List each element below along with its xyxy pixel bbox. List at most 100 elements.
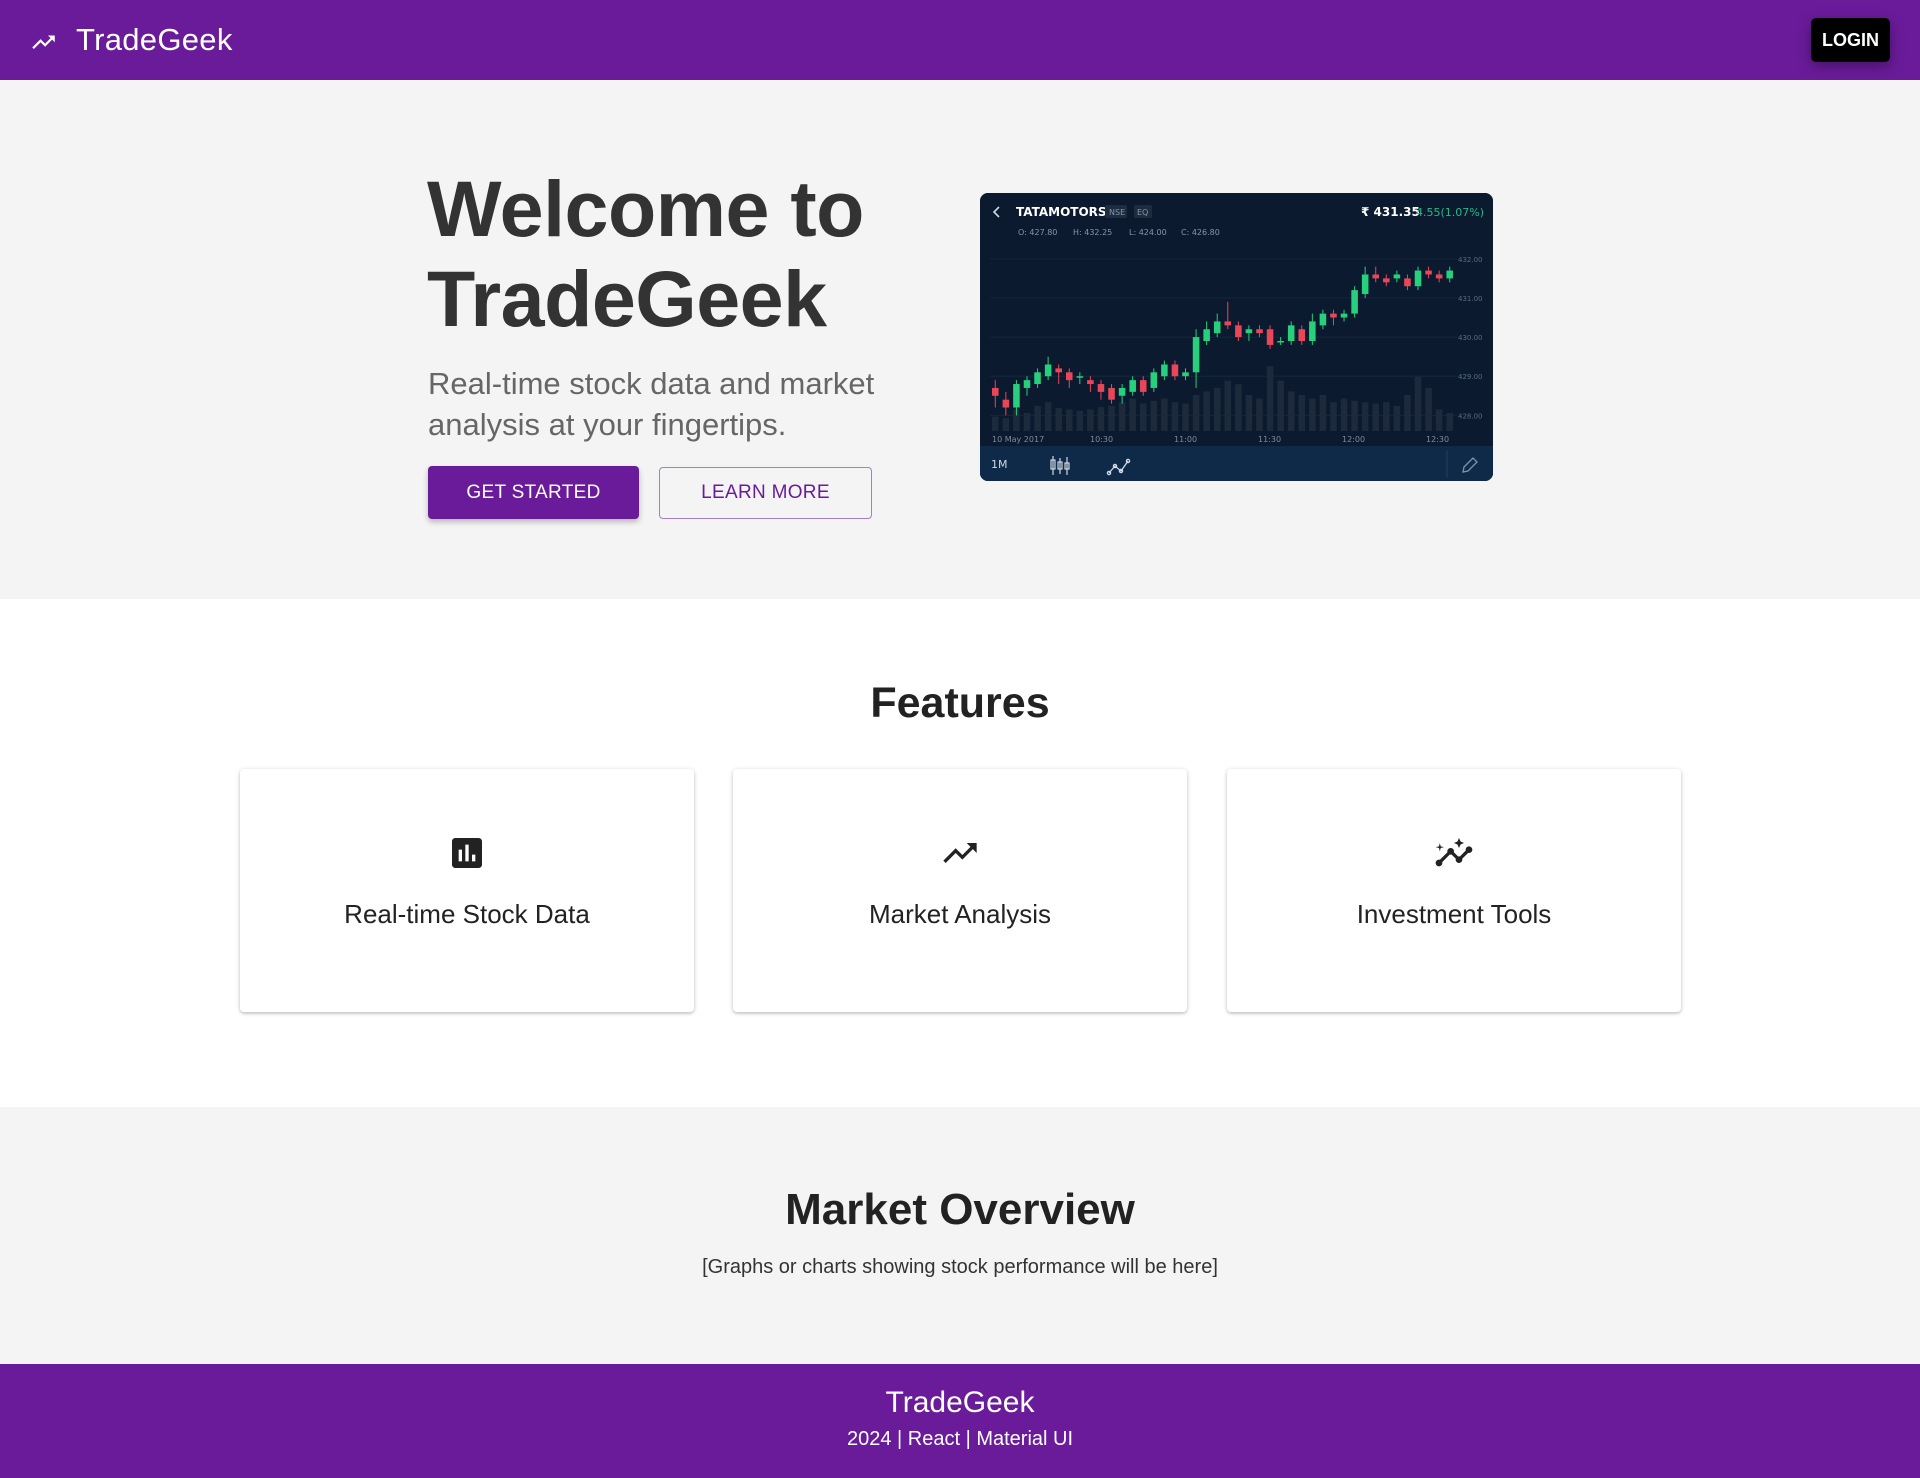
candle-body: [1161, 364, 1168, 377]
candle-body: [1351, 290, 1358, 314]
volume-bar: [1245, 395, 1253, 431]
x-tick-label: 11:30: [1258, 435, 1281, 444]
features-section: Features Real-time Stock Data Market Ana…: [0, 599, 1920, 1107]
candle-body: [1372, 274, 1380, 279]
candle-body: [1383, 278, 1390, 283]
x-tick-label: 10 May 2017: [992, 435, 1044, 444]
candle-body: [1076, 376, 1084, 378]
market-overview-section: Market Overview [Graphs or charts showin…: [0, 1107, 1920, 1364]
get-started-button[interactable]: GET STARTED: [428, 466, 639, 519]
candle-body: [1129, 380, 1136, 392]
volume-bar: [1266, 366, 1274, 431]
candle-body: [1435, 274, 1443, 279]
candle-body: [1013, 384, 1020, 408]
volume-bar: [1034, 405, 1041, 431]
volume-bar: [1097, 407, 1105, 431]
candle-body: [1192, 337, 1200, 373]
candle-body: [1118, 387, 1126, 396]
volume-bar: [1414, 377, 1422, 431]
candle-body: [1055, 368, 1062, 373]
app-bar: TradeGeek LOGIN: [0, 0, 1920, 80]
candle-body: [1023, 380, 1031, 388]
segment-badge: EQ: [1137, 208, 1148, 217]
y-tick-label: 428.00: [1458, 412, 1483, 420]
volume-bar: [1309, 398, 1316, 431]
footer-brand: TradeGeek: [885, 1386, 1035, 1419]
candle-body: [1097, 384, 1105, 392]
candle-body: [1087, 380, 1094, 385]
feature-card-title: Market Analysis: [868, 899, 1052, 929]
candle-body: [992, 387, 999, 396]
stock-change: 4.55(1.07%): [1416, 206, 1484, 219]
volume-bar: [1256, 398, 1263, 431]
insights-icon: [1435, 838, 1473, 867]
exchange-badge: NSE: [1109, 208, 1125, 217]
ticker-symbol: TATAMOTORS: [1016, 205, 1107, 219]
brand-name: TradeGeek: [76, 22, 233, 57]
volume-bar: [1425, 387, 1432, 431]
candle-body: [1340, 313, 1348, 318]
volume-bar: [1235, 384, 1242, 431]
candle-body: [1287, 325, 1295, 341]
candle-body: [1425, 270, 1432, 275]
volume-bar: [1287, 391, 1295, 431]
feature-card-tools[interactable]: Investment Tools: [1227, 769, 1681, 1012]
interval-selector[interactable]: 1M: [991, 458, 1008, 471]
candle-body: [1065, 372, 1073, 381]
volume-bar: [1383, 402, 1390, 431]
volume-bar: [1087, 409, 1094, 431]
candle-body: [1277, 341, 1284, 343]
login-button[interactable]: LOGIN: [1811, 18, 1890, 62]
feature-card-realtime[interactable]: Real-time Stock Data: [240, 769, 694, 1012]
volume-bar: [1065, 409, 1073, 431]
volume-bar: [1298, 395, 1306, 431]
feature-card-analysis[interactable]: Market Analysis: [733, 769, 1187, 1012]
volume-bar: [1372, 403, 1380, 431]
volume-bar: [1150, 400, 1158, 431]
candle-body: [1034, 372, 1041, 385]
feature-card-title: Investment Tools: [1356, 899, 1552, 929]
volume-bar: [1002, 418, 1010, 431]
x-tick-label: 12:00: [1342, 435, 1365, 444]
candle-body: [1245, 329, 1253, 334]
feature-card-title: Real-time Stock Data: [344, 899, 590, 929]
candle-body: [1361, 274, 1369, 295]
volume-bar: [1108, 405, 1115, 431]
candle-body: [1224, 321, 1232, 326]
hero-subtitle: Real-time stock data and market analysis…: [428, 366, 875, 442]
candlestick-chart: TATAMOTORS NSE EQ ₹ 431.35 4.55(1.07%) O…: [980, 193, 1493, 481]
volume-bar: [1213, 387, 1221, 431]
candle-body: [1002, 399, 1010, 408]
volume-bar: [1361, 402, 1369, 431]
volume-bar: [1139, 403, 1147, 431]
volume-bar: [1351, 400, 1358, 431]
stock-price: ₹ 431.35: [1361, 205, 1420, 219]
features-title: Features: [870, 679, 1050, 727]
candle-body: [1319, 313, 1327, 326]
volume-bar: [1076, 410, 1084, 431]
candle-body: [1150, 372, 1158, 388]
candle-body: [1330, 313, 1337, 318]
x-tick-label: 12:30: [1426, 435, 1449, 444]
candle-body: [1309, 321, 1316, 341]
candle-body: [1256, 329, 1263, 334]
y-tick-label: 430.00: [1458, 334, 1483, 342]
ohlc-open: O: 427.80: [1018, 228, 1057, 237]
ohlc-low: L: 424.00: [1129, 228, 1167, 237]
hero-title: Welcome to TradeGeek: [427, 164, 864, 343]
candle-body: [1298, 329, 1306, 341]
bar-chart-icon: [452, 838, 482, 868]
volume-bar: [1055, 407, 1062, 431]
brand[interactable]: TradeGeek: [30, 22, 233, 58]
y-tick-label: 429.00: [1458, 373, 1483, 381]
candle-body: [1404, 278, 1411, 287]
hero-section: Welcome to TradeGeek Real-time stock dat…: [0, 80, 1920, 599]
volume-bar: [1129, 398, 1136, 431]
y-tick-label: 431.00: [1458, 295, 1483, 303]
volume-bar: [1277, 380, 1284, 431]
ohlc-high: H: 432.25: [1073, 228, 1112, 237]
learn-more-button[interactable]: LEARN MORE: [659, 467, 872, 519]
market-overview-title: Market Overview: [785, 1185, 1135, 1234]
candle-body: [1266, 329, 1274, 345]
candle-body: [1446, 270, 1453, 279]
